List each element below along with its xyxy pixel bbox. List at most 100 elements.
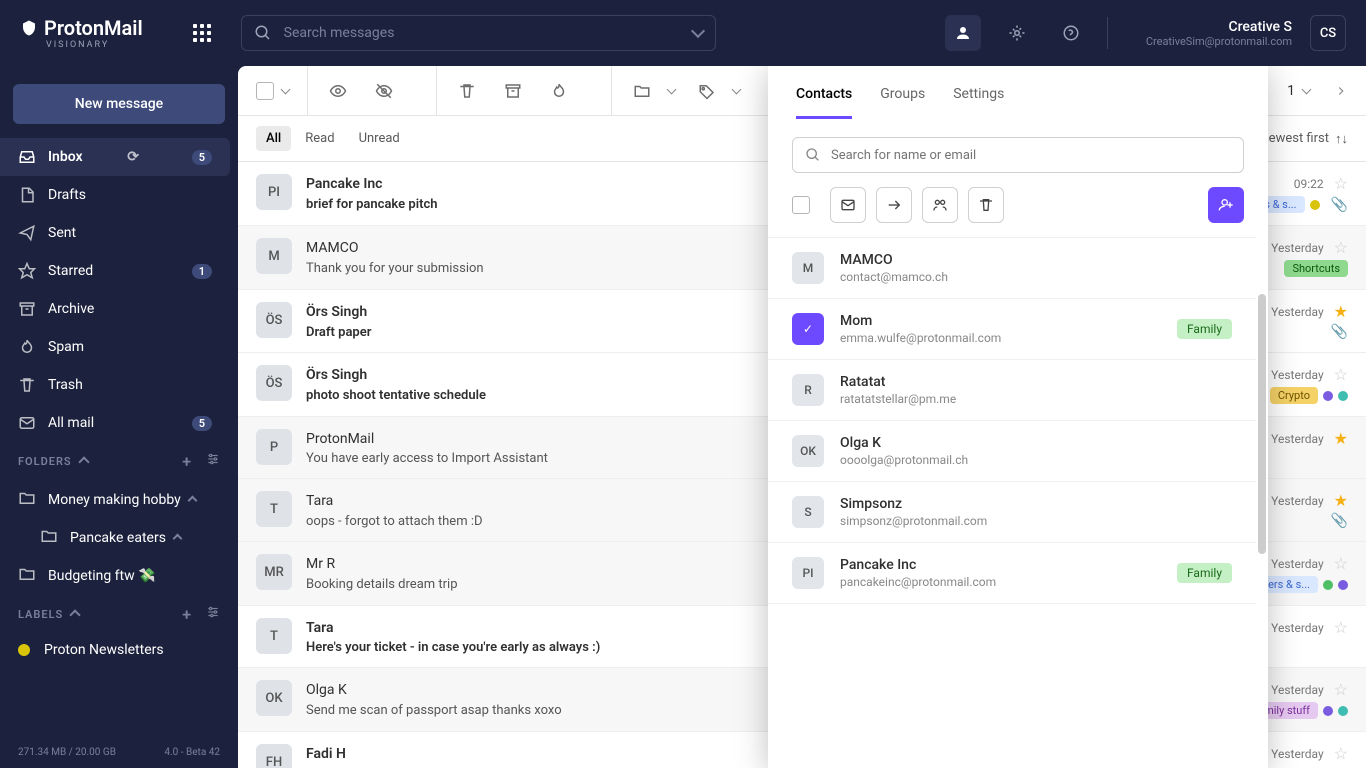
compose-to-contact-icon[interactable] (830, 187, 866, 223)
contact-avatar: ✓ (792, 313, 824, 345)
folder-item[interactable]: Money making hobby (0, 481, 238, 519)
avatar[interactable]: CS (1310, 15, 1346, 51)
contact-row[interactable]: OK Olga K oooolga@protonmail.ch (768, 421, 1256, 482)
star-icon[interactable]: ☆ (1334, 554, 1348, 573)
message-time: Yesterday (1271, 368, 1324, 382)
sort-button[interactable]: Newest first ↑↓ (1259, 131, 1348, 147)
star-icon[interactable]: ☆ (1334, 618, 1348, 637)
nav-trash[interactable]: Trash (0, 366, 230, 404)
search-input[interactable] (284, 25, 693, 41)
sender-avatar: ÖS (256, 365, 292, 401)
archive-icon[interactable] (501, 79, 525, 103)
label-dot (1338, 580, 1348, 590)
search-icon (805, 147, 821, 163)
spam-icon[interactable] (547, 79, 571, 103)
contact-email: simpsonz@protonmail.com (840, 514, 1232, 528)
chevron-down-icon[interactable] (732, 84, 742, 94)
delete-contact-icon[interactable] (968, 187, 1004, 223)
scrollbar-thumb[interactable] (1258, 294, 1266, 554)
contact-row[interactable]: ✓ Mom emma.wulfe@protonmail.com Family (768, 299, 1256, 360)
star-icon[interactable]: ☆ (1334, 680, 1348, 699)
filter-unread[interactable]: Unread (349, 126, 410, 151)
sender-name: ProtonMail (306, 431, 374, 447)
settings-button[interactable] (999, 15, 1035, 51)
star-icon[interactable]: ☆ (1334, 238, 1348, 257)
move-to-folder-icon[interactable] (630, 79, 654, 103)
folder-item[interactable]: Budgeting ftw 💸 (0, 557, 238, 595)
label-pill: Crypto (1270, 387, 1318, 404)
person-icon (954, 24, 972, 42)
contact-row[interactable]: R Ratatat ratatatstellar@pm.me (768, 360, 1256, 421)
label-dot (1323, 706, 1333, 716)
nav-inbox[interactable]: Inbox⟳5 (0, 138, 230, 176)
plus-icon[interactable]: + (182, 452, 192, 471)
user-info[interactable]: Creative S CreativeSim@protonmail.com (1146, 19, 1292, 48)
search-bar[interactable] (241, 15, 716, 51)
nav-starred[interactable]: Starred1 (0, 252, 230, 290)
filter-read[interactable]: Read (295, 126, 344, 151)
contact-email: oooolga@protonmail.ch (840, 453, 1232, 467)
chevron-down-icon[interactable] (691, 24, 705, 38)
sender-name: Olga K (306, 682, 347, 698)
chevron-icon (172, 533, 182, 543)
contact-row[interactable]: PI Pancake Inc pancakeinc@protonmail.com… (768, 543, 1256, 604)
attachment-icon: 📎 (1331, 324, 1348, 340)
contacts-search-input[interactable] (831, 148, 1231, 163)
nav-sent[interactable]: Sent (0, 214, 230, 252)
tab-groups[interactable]: Groups (880, 86, 925, 119)
sender-name: MAMCO (306, 240, 358, 256)
apps-grid-icon[interactable] (193, 24, 211, 42)
star-icon[interactable]: ☆ (1334, 365, 1348, 384)
compose-button[interactable]: New message (13, 84, 225, 124)
attachment-icon: 📎 (1331, 513, 1348, 529)
contacts-button[interactable] (945, 15, 981, 51)
plus-icon[interactable]: + (182, 605, 192, 624)
forward-contact-icon[interactable] (876, 187, 912, 223)
chevron-down-icon[interactable] (667, 84, 677, 94)
star-icon[interactable]: ☆ (1334, 174, 1348, 193)
contact-name: Mom (840, 313, 1177, 329)
merge-contact-icon[interactable] (922, 187, 958, 223)
sliders-icon[interactable] (206, 605, 220, 619)
nav-spam[interactable]: Spam (0, 328, 230, 366)
folders-section-header[interactable]: FOLDERS + (0, 442, 238, 481)
label-dot (1338, 391, 1348, 401)
nav-all-mail[interactable]: All mail5 (0, 404, 230, 442)
next-page-icon[interactable] (1334, 84, 1348, 98)
contact-name: Simpsonz (840, 496, 1232, 512)
labels-section-header[interactable]: LABELS + (0, 595, 238, 634)
refresh-icon[interactable]: ⟳ (127, 149, 139, 165)
trash-icon[interactable] (455, 79, 479, 103)
message-time: 09:22 (1294, 177, 1324, 191)
tab-contacts[interactable]: Contacts (796, 86, 852, 119)
contact-avatar: PI (792, 557, 824, 589)
folder-item[interactable]: Pancake eaters (0, 519, 238, 557)
nav-archive[interactable]: Archive (0, 290, 230, 328)
tab-settings[interactable]: Settings (953, 86, 1004, 119)
star-icon[interactable]: ★ (1334, 302, 1348, 321)
mark-unread-icon[interactable] (372, 79, 396, 103)
contact-row[interactable]: M MAMCO contact@mamco.ch (768, 238, 1256, 299)
contact-row[interactable]: S Simpsonz simpsonz@protonmail.com (768, 482, 1256, 543)
chevron-down-icon[interactable] (1302, 84, 1312, 94)
help-button[interactable] (1053, 15, 1089, 51)
contacts-search[interactable] (792, 137, 1244, 173)
nav-drafts[interactable]: Drafts (0, 176, 230, 214)
mark-read-icon[interactable] (326, 79, 350, 103)
contact-group-badge: Family (1177, 319, 1232, 339)
filter-all[interactable]: All (256, 126, 291, 151)
star-icon[interactable]: ★ (1334, 491, 1348, 510)
sliders-icon[interactable] (206, 452, 220, 466)
star-icon[interactable]: ☆ (1334, 744, 1348, 763)
sender-avatar: FH (256, 744, 292, 768)
label-icon[interactable] (695, 79, 719, 103)
page-number: 1 (1287, 83, 1295, 99)
contacts-select-all[interactable] (792, 196, 810, 214)
star-icon[interactable]: ★ (1334, 429, 1348, 448)
label-dot (1323, 391, 1333, 401)
contact-list: M MAMCO contact@mamco.ch ✓ Mom emma.wulf… (768, 237, 1256, 768)
add-contact-button[interactable] (1208, 187, 1244, 223)
chevron-down-icon[interactable] (281, 84, 291, 94)
label-item[interactable]: Proton Newsletters (0, 634, 238, 666)
select-all-checkbox[interactable] (256, 82, 274, 100)
